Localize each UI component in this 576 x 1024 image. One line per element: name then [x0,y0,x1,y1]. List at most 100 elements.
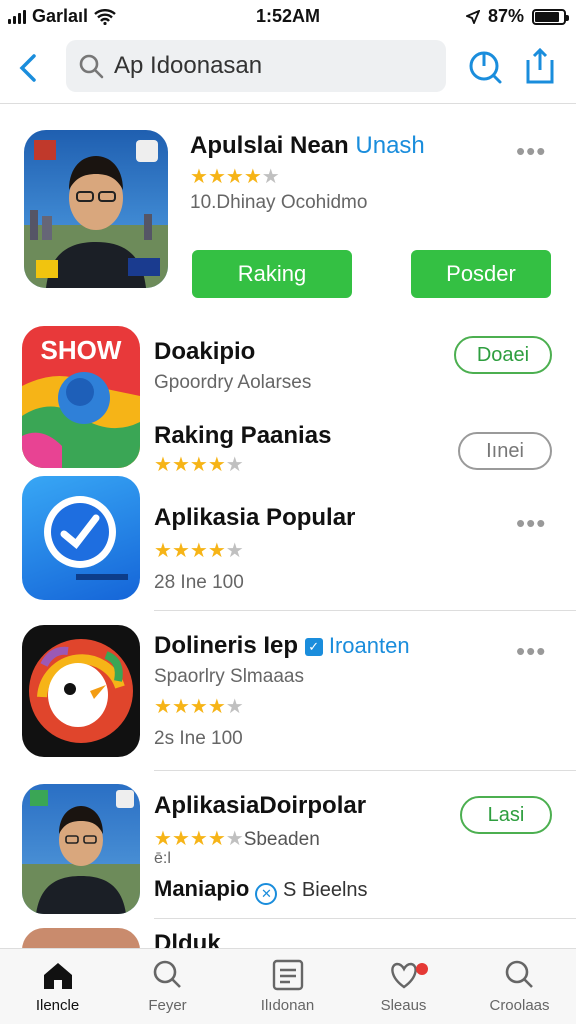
search-icon [153,960,181,988]
tab-label: Ilencle [35,997,80,1014]
row1-subtitle: Gpoordry Aolarses [154,372,312,393]
show-logo-text: SHOW [41,335,122,365]
star-icon: ★ [225,828,244,850]
list-icon [272,959,303,991]
star-icon: ★ [261,166,280,188]
check-circle-icon [44,496,128,580]
featured-rating: ★★★★★ [190,164,280,189]
star-icon: ★ [225,166,244,188]
tab-label: Ilıdonan [260,997,315,1014]
location-icon [465,9,480,24]
star-icon: ★ [189,540,208,562]
row5-line2-suffix: S Bieelns [283,879,368,901]
check-circle-icon: ✕ [255,883,278,905]
row2-action-button[interactable]: Iınei [458,432,552,470]
row2-rating: ★★★★★ [154,452,244,477]
star-icon: ★ [207,454,226,476]
person-portrait-icon [22,790,140,914]
search-field[interactable] [66,40,446,92]
star-icon: ★ [171,540,190,562]
star-icon: ★ [171,828,190,850]
star-icon: ★ [189,454,208,476]
star-icon: ★ [189,696,208,718]
row4-title[interactable]: Dolineris Iep ✓ Iroanten [154,632,410,660]
featured-subtitle: 10.Dhinay Ocohidmo [190,192,368,213]
row5-rating-suffix: Sbeaden [243,829,320,850]
row5-meta: ē:l [154,850,171,867]
tab-label: Croolaas [489,997,550,1014]
star-icon: ★ [225,540,244,562]
star-icon: ★ [225,454,244,476]
star-icon: ★ [154,696,172,718]
tab-label: Feyer [148,997,187,1014]
notification-badge [416,963,428,975]
share-icon[interactable] [520,46,560,86]
popular-app-icon[interactable] [22,476,140,600]
row3-meta: 28 Ine 100 [154,572,244,593]
row4-meta: 2s Ine 100 [154,728,243,749]
star-icon: ★ [207,166,226,188]
verified-check-icon: ✓ [304,638,323,656]
tab-home[interactable]: Ilencle [0,955,115,1014]
battery-icon [532,8,569,25]
row4-tag: Iroanten [328,633,410,658]
row3-rating: ★★★★★ [154,538,244,563]
row3-title[interactable]: Aplikasia Popular [154,504,355,532]
refresh-search-icon[interactable] [464,46,504,86]
star-icon: ★ [225,696,244,718]
row5-rating: ★★★★★Sbeaden [154,826,320,851]
divider [154,918,576,919]
featured-app-icon[interactable] [24,130,168,288]
tab-sleaus[interactable]: Sleaus [346,955,461,1014]
row1-action-button[interactable]: Doaei [454,336,552,374]
tab-bar: Ilencle Feyer Ilıdonan Sleaus Croolaas [0,948,576,1024]
heart-search-icon [390,962,417,989]
row5-title[interactable]: AplikasiaDoirpolar [154,792,366,820]
star-icon: ★ [154,828,172,850]
tab-label: Sleaus [380,997,427,1014]
person-app-icon[interactable] [22,784,140,914]
search-icon [505,960,533,988]
tab-croolaas[interactable]: Croolaas [462,955,576,1014]
star-icon: ★ [171,696,190,718]
star-icon: ★ [207,828,226,850]
divider [154,610,576,611]
row5-action-button[interactable]: Lasi [460,796,552,834]
featured-tag: Unash [355,132,425,159]
more-options-icon[interactable]: ••• [516,138,546,164]
star-icon: ★ [171,454,190,476]
row5-line2: Maniapio ✕ S Bieelns [154,876,368,905]
star-icon: ★ [207,696,226,718]
person-portrait-icon [24,140,168,288]
row6-title[interactable]: Dlduk [154,930,221,948]
top-navigation [0,36,576,104]
bird-app-icon[interactable] [22,625,140,757]
row4-rating: ★★★★★ [154,694,244,719]
battery-percent: 87% [487,6,524,26]
more-options-icon[interactable]: ••• [516,638,546,664]
star-icon: ★ [189,828,208,850]
search-input[interactable] [114,52,414,80]
star-icon: ★ [190,166,208,188]
tab-list[interactable]: Ilıdonan [230,955,345,1014]
post-button[interactable]: Posder [411,250,551,298]
back-chevron-icon[interactable] [14,50,44,86]
star-icon: ★ [207,540,226,562]
more-options-icon[interactable]: ••• [516,510,546,536]
tab-feyer[interactable]: Feyer [110,955,225,1014]
row2-title[interactable]: Raking Paanias [154,422,331,450]
search-icon [79,54,104,79]
star-icon: ★ [243,166,262,188]
show-app-icon[interactable]: SHOW [22,326,140,468]
divider [154,770,576,771]
featured-title[interactable]: Apulslai Nean Unash [190,132,425,160]
show-logo-icon: SHOW [22,326,140,468]
home-icon [43,963,72,989]
star-icon: ★ [154,454,172,476]
row4-subtitle: Spaorlry Slmaaas [154,666,304,687]
star-icon: ★ [154,540,172,562]
bird-mascot-icon [29,639,133,743]
row1-title[interactable]: Doakipio [154,338,255,366]
status-bar: Garlaıl 1:52AM 87% [0,0,576,34]
ranking-button[interactable]: Raking [192,250,352,298]
